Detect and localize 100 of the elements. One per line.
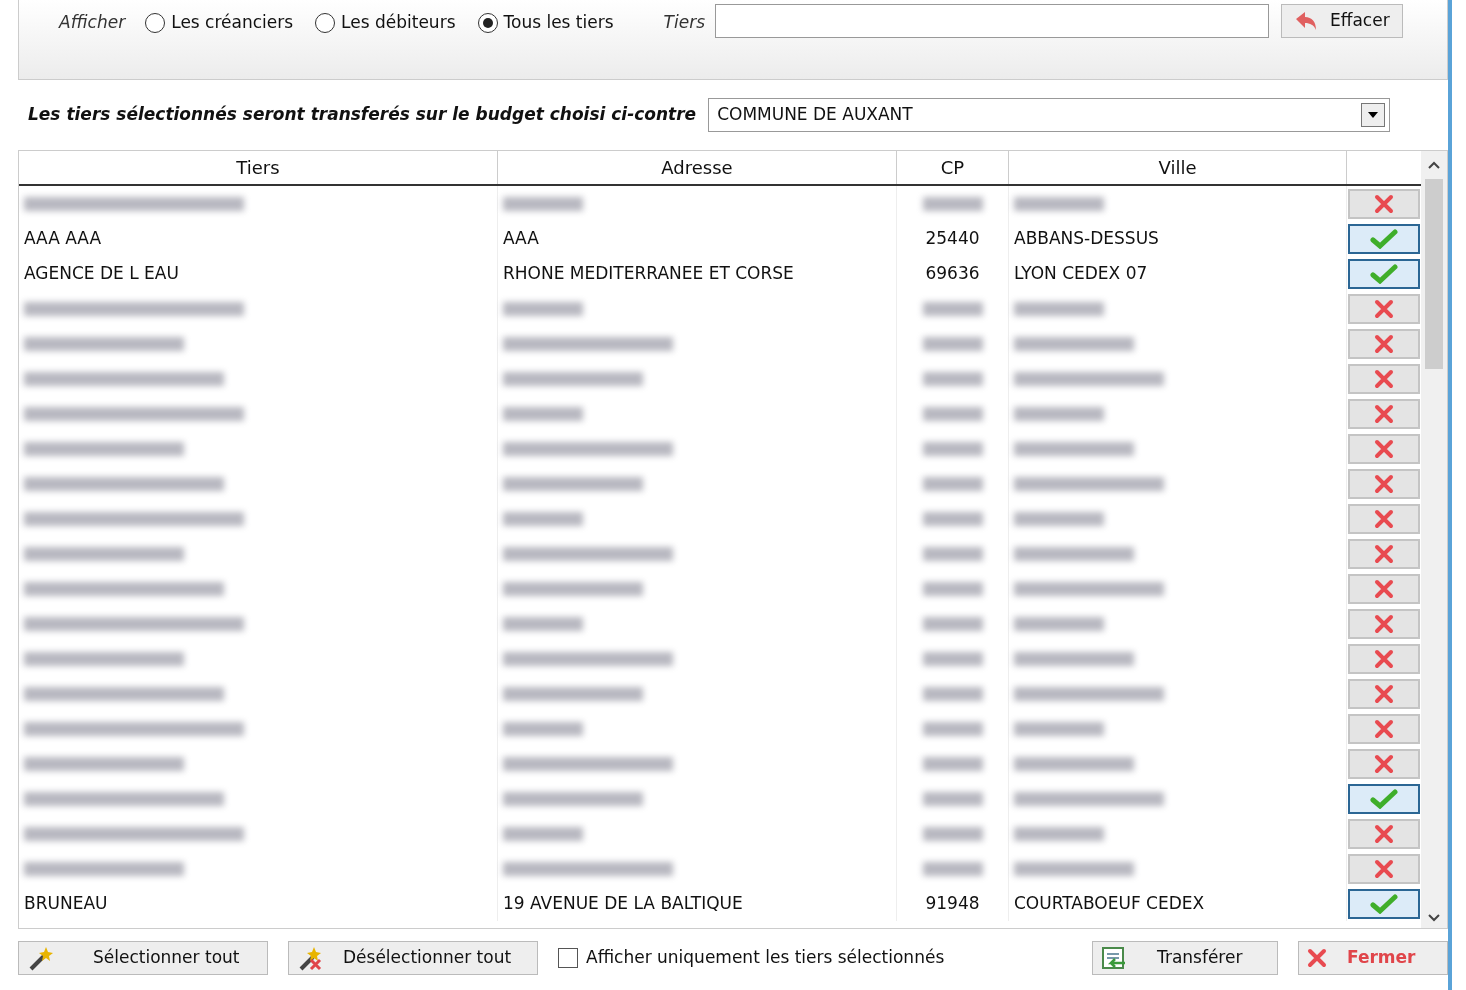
cross-icon bbox=[1374, 508, 1394, 529]
selection-toggle[interactable] bbox=[1348, 608, 1420, 639]
column-header[interactable]: Adresse bbox=[498, 151, 897, 184]
checkbox[interactable] bbox=[558, 948, 578, 968]
blurred-text bbox=[922, 371, 983, 386]
radio-icon[interactable] bbox=[145, 12, 166, 33]
cross-icon bbox=[1374, 193, 1394, 214]
budget-label: Les tiers sélectionnés seront transferés sur le budget choisi ci-contre bbox=[28, 103, 697, 127]
selection-toggle[interactable] bbox=[1348, 223, 1420, 254]
selection-toggle[interactable] bbox=[1348, 748, 1420, 779]
table-cell: 19 AVENUE DE LA BALTIQUE bbox=[498, 886, 897, 921]
selection-toggle[interactable] bbox=[1348, 538, 1420, 569]
selection-toggle[interactable] bbox=[1348, 678, 1420, 709]
undo-arrow-icon bbox=[1294, 10, 1318, 32]
radio-option[interactable]: Tous les tiers bbox=[477, 10, 614, 36]
radio-icon[interactable] bbox=[315, 12, 336, 33]
table-cell: AGENCE DE L EAU bbox=[19, 256, 498, 291]
deselect-all-button[interactable]: Désélectionner tout bbox=[288, 941, 538, 975]
magic-wand-icon bbox=[27, 945, 53, 971]
cross-icon bbox=[1374, 473, 1394, 494]
transfer-button[interactable]: Transférer bbox=[1092, 941, 1278, 975]
table-cell: COURTABOEUF CEDEX bbox=[1009, 886, 1347, 921]
selection-toggle[interactable] bbox=[1348, 713, 1420, 744]
cross-icon bbox=[1374, 438, 1394, 459]
budget-dropdown[interactable]: COMMUNE DE AUXANT bbox=[708, 98, 1391, 132]
cross-icon bbox=[1374, 613, 1394, 634]
selection-toggle[interactable] bbox=[1348, 853, 1420, 884]
blurred-text bbox=[922, 336, 983, 351]
table-cell: LYON CEDEX 07 bbox=[1009, 256, 1347, 291]
tiers-input[interactable] bbox=[715, 4, 1269, 38]
blurred-text bbox=[922, 406, 983, 421]
selection-toggle[interactable] bbox=[1348, 573, 1420, 604]
blurred-text bbox=[922, 581, 983, 596]
blurred-text bbox=[922, 651, 983, 666]
selection-toggle[interactable] bbox=[1348, 888, 1420, 919]
selection-toggle[interactable] bbox=[1348, 433, 1420, 464]
radio-option[interactable]: Les débiteurs bbox=[315, 10, 456, 36]
transfer-icon bbox=[1101, 946, 1127, 970]
selection-toggle[interactable] bbox=[1348, 783, 1420, 814]
cross-icon bbox=[1374, 578, 1394, 599]
table-cell: RHONE MEDITERRANEE ET CORSE bbox=[498, 256, 897, 291]
table-cell: 91948 bbox=[897, 886, 1009, 921]
close-button[interactable]: Fermer bbox=[1298, 941, 1448, 975]
selection-toggle[interactable] bbox=[1348, 818, 1420, 849]
cross-icon bbox=[1374, 648, 1394, 669]
blurred-text bbox=[922, 826, 983, 841]
column-header[interactable]: Ville bbox=[1009, 151, 1347, 184]
scrollbar-thumb[interactable] bbox=[1425, 179, 1443, 369]
selection-toggle[interactable] bbox=[1348, 363, 1420, 394]
table-cell: AAA bbox=[498, 221, 897, 256]
column-header[interactable]: Tiers bbox=[19, 151, 498, 184]
radio-option[interactable]: Les créanciers bbox=[145, 10, 294, 36]
blurred-text bbox=[922, 196, 983, 211]
table-cell: 69636 bbox=[897, 256, 1009, 291]
blurred-text bbox=[922, 686, 983, 701]
radio-icon[interactable] bbox=[477, 12, 498, 33]
table-cell: ABBANS-DESSUS bbox=[1009, 221, 1347, 256]
blurred-text bbox=[922, 756, 983, 771]
selection-toggle[interactable] bbox=[1348, 643, 1420, 674]
blurred-text bbox=[922, 861, 983, 876]
cross-icon bbox=[1374, 403, 1394, 424]
scrollbar[interactable] bbox=[1421, 151, 1447, 928]
filter-label: Afficher bbox=[59, 11, 126, 34]
selection-toggle[interactable] bbox=[1348, 293, 1420, 324]
cross-icon bbox=[1374, 858, 1394, 879]
scroll-up-icon[interactable] bbox=[1428, 161, 1440, 169]
cross-icon bbox=[1307, 948, 1327, 968]
checkbox-label: Afficher uniquement les tiers sélectionnés bbox=[586, 946, 945, 970]
blurred-text bbox=[922, 791, 983, 806]
magic-wand-cross-icon bbox=[297, 945, 323, 971]
cross-icon bbox=[1374, 753, 1394, 774]
column-header[interactable]: CP bbox=[897, 151, 1009, 184]
cross-icon bbox=[1374, 333, 1394, 354]
select-all-button[interactable]: Sélectionner tout bbox=[18, 941, 268, 975]
check-icon bbox=[1370, 263, 1398, 284]
blurred-text bbox=[922, 301, 983, 316]
blurred-text bbox=[922, 616, 983, 631]
check-icon bbox=[1370, 788, 1398, 809]
tiers-label: Tiers bbox=[663, 11, 705, 34]
selection-toggle[interactable] bbox=[1348, 188, 1420, 219]
cross-icon bbox=[1374, 823, 1394, 844]
table-cell: AAA AAA bbox=[19, 221, 498, 256]
selection-toggle[interactable] bbox=[1348, 503, 1420, 534]
selection-toggle[interactable] bbox=[1348, 468, 1420, 499]
cross-icon bbox=[1374, 543, 1394, 564]
table-cell: BRUNEAU bbox=[19, 886, 498, 921]
scroll-down-icon[interactable] bbox=[1428, 914, 1440, 922]
cross-icon bbox=[1374, 368, 1394, 389]
blurred-text bbox=[922, 546, 983, 561]
blurred-text bbox=[922, 511, 983, 526]
selection-toggle[interactable] bbox=[1348, 328, 1420, 359]
cross-icon bbox=[1374, 683, 1394, 704]
blurred-text bbox=[922, 721, 983, 736]
blurred-text bbox=[922, 441, 983, 456]
selection-toggle[interactable] bbox=[1348, 398, 1420, 429]
cross-icon bbox=[1374, 298, 1394, 319]
table-cell: 25440 bbox=[897, 221, 1009, 256]
clear-button[interactable]: Effacer bbox=[1281, 4, 1403, 38]
cross-icon bbox=[1374, 718, 1394, 739]
selection-toggle[interactable] bbox=[1348, 258, 1420, 289]
